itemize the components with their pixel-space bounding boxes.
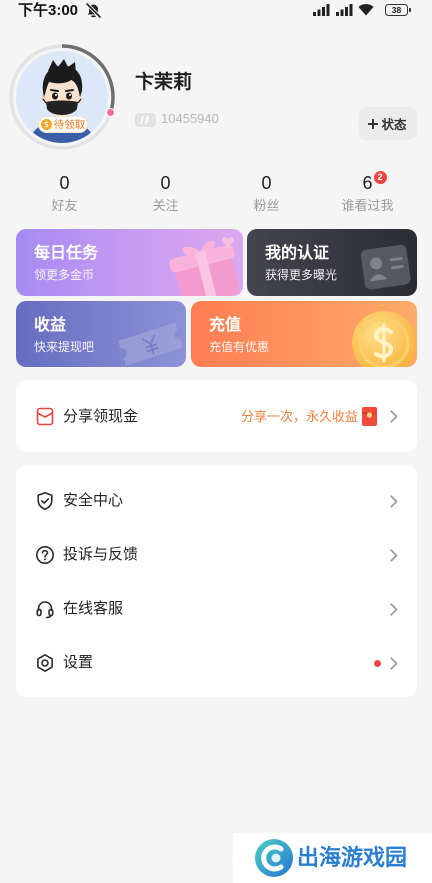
daily-tasks-card[interactable]: 每日任务 领更多金币 [16, 229, 243, 296]
card-title: 收益 [34, 317, 67, 334]
chevron-right-icon [390, 410, 398, 423]
menu-item-security-center[interactable]: 安全中心 [16, 474, 417, 528]
recharge-card[interactable]: 充值 充值有优惠 [191, 301, 417, 367]
stat-label: 谁看过我 [341, 198, 394, 213]
share-cash-row[interactable]: 分享领现金 分享一次，永久收益 [16, 380, 417, 452]
chuhai-logo-icon [255, 839, 293, 877]
status-time: 下午3:00 [18, 2, 79, 19]
menu-item-label: 在线客服 [63, 600, 124, 617]
stat-label: 粉丝 [253, 198, 280, 213]
stat-value-wrap: 6 2 [362, 171, 387, 194]
menu-item-customer-service[interactable]: 在线客服 [16, 582, 417, 636]
card-subtitle: 快来提现吧 [34, 340, 95, 354]
stat-label: 关注 [152, 198, 179, 213]
stat-visitors[interactable]: 6 2 谁看过我 [317, 171, 418, 214]
notification-dot [374, 660, 381, 667]
visitor-count-badge: 2 [373, 171, 387, 184]
user-id: 10455940 [161, 111, 219, 126]
menu-item-feedback[interactable]: 投诉与反馈 [16, 528, 417, 582]
card-title: 我的认证 [265, 245, 330, 262]
set-status-button[interactable]: 状态 [358, 107, 417, 140]
chevron-right-icon [390, 657, 398, 670]
stat-value: 0 [160, 173, 171, 193]
chevron-right-icon [390, 549, 398, 562]
battery-icon: 38 [385, 4, 411, 16]
stat-value: 6 [362, 173, 373, 193]
card-title: 充值 [209, 317, 242, 334]
red-envelope-icon [362, 407, 377, 426]
avatar-reward-badge[interactable]: 待领取 [38, 116, 88, 133]
status-button-label: 状态 [381, 118, 407, 132]
card-subtitle: 领更多金币 [34, 268, 95, 282]
status-bar: 下午3:00 38 [0, 0, 432, 22]
avatar-badge-label: 待领取 [53, 118, 86, 131]
menu-item-label: 设置 [63, 654, 94, 671]
stat-fans[interactable]: 0 粉丝 [216, 172, 317, 214]
stat-value: 0 [261, 173, 272, 193]
share-promo-text: 分享一次，永久收益 [240, 409, 358, 424]
stat-value: 0 [59, 173, 70, 193]
id-icon [135, 113, 156, 127]
card-title: 每日任务 [34, 245, 99, 262]
stat-label: 好友 [51, 198, 78, 213]
red-envelope-outline-icon [36, 407, 54, 426]
stat-friends[interactable]: 0 好友 [14, 172, 115, 214]
headset-icon [36, 601, 54, 619]
share-label: 分享领现金 [63, 408, 139, 425]
chevron-right-icon [390, 603, 398, 616]
menu-item-label: 投诉与反馈 [63, 546, 139, 563]
coin-icon [40, 119, 52, 130]
menu-item-settings[interactable]: 设置 [16, 636, 417, 690]
watermark: 出海游戏园 [233, 833, 432, 883]
earnings-card[interactable]: 收益 快来提现吧 [16, 301, 186, 367]
verification-card[interactable]: 我的认证 获得更多曝光 [247, 229, 417, 296]
card-subtitle: 获得更多曝光 [265, 268, 338, 282]
card-subtitle: 充值有优惠 [209, 340, 270, 354]
menu-item-label: 安全中心 [63, 492, 124, 509]
question-circle-icon [36, 546, 54, 564]
signal-icon [313, 4, 330, 16]
settings-icon [37, 654, 53, 672]
plus-icon [368, 118, 379, 129]
settings-menu: 安全中心 投诉与反馈 在线客服 设置 [16, 465, 417, 697]
mute-icon [85, 2, 102, 18]
chevron-right-icon [390, 495, 398, 508]
stats-row: 0 好友 0 关注 0 粉丝 6 2 谁看过我 [14, 171, 418, 214]
shield-icon [37, 492, 53, 510]
stat-following[interactable]: 0 关注 [115, 172, 216, 214]
watermark-text: 出海游戏园 [297, 845, 408, 870]
signal-icon [336, 4, 353, 16]
user-name: 卞茉莉 [135, 72, 193, 93]
wifi-icon [358, 4, 374, 16]
